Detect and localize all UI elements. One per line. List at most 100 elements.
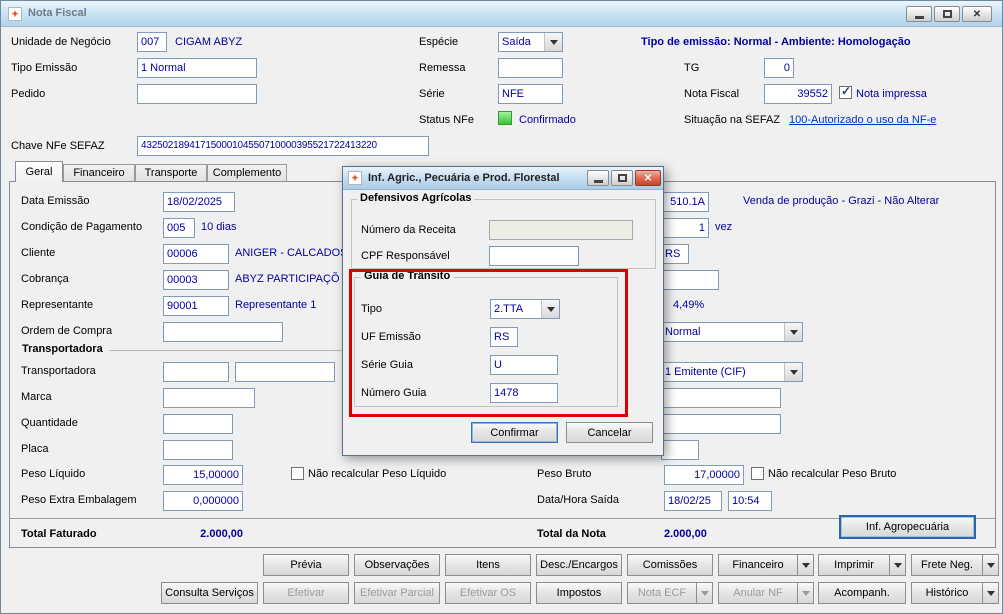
especie-select[interactable]: Saída xyxy=(498,32,563,52)
chevron-down-icon[interactable] xyxy=(784,323,802,341)
frete-neg-button[interactable]: Frete Neg. xyxy=(911,554,983,576)
guia-serie-field[interactable]: U xyxy=(490,355,558,375)
minimize-button[interactable] xyxy=(906,6,932,22)
peso-extra-label: Peso Extra Embalagem xyxy=(21,494,137,506)
close-button[interactable]: ✕ xyxy=(962,6,992,22)
chevron-down-icon[interactable] xyxy=(889,554,906,576)
tipo-emissao-label: Tipo Emissão xyxy=(11,62,78,74)
cfop-desc: Venda de produção - Grazi - Não Alterar xyxy=(743,195,940,207)
app-icon: ✦ xyxy=(8,7,22,21)
cobranca-desc: ABYZ PARTICIPAÇÕ xyxy=(235,273,340,285)
dialog-title-bar[interactable]: ✦ Inf. Agric., Pecuária e Prod. Floresta… xyxy=(343,167,663,190)
chevron-down-icon[interactable] xyxy=(982,554,999,576)
guia-uf-field[interactable]: RS xyxy=(490,327,518,347)
chevron-down-icon[interactable] xyxy=(797,554,814,576)
representante-field[interactable]: 90001 xyxy=(163,296,229,316)
total-faturado-label: Total Faturado xyxy=(21,528,97,540)
unidade-negocio-field[interactable]: 007 xyxy=(137,32,167,52)
confirmar-button[interactable]: Confirmar xyxy=(471,422,558,443)
uf-placa-field[interactable] xyxy=(661,440,699,460)
peso-liquido-field[interactable]: 15,00000 xyxy=(163,465,243,485)
app-icon: ✦ xyxy=(348,171,362,185)
nota-fiscal-field[interactable]: 39552 xyxy=(764,84,832,104)
tab-complemento-label: Complemento xyxy=(212,167,282,179)
chevron-down-icon[interactable] xyxy=(982,582,999,604)
financeiro-button[interactable]: Financeiro xyxy=(718,554,798,576)
cancelar-button[interactable]: Cancelar xyxy=(566,422,653,443)
cliente-label: Cliente xyxy=(21,247,56,259)
tg-field[interactable]: 0 xyxy=(764,58,794,78)
title-bar[interactable]: ✦ Nota Fiscal ✕ xyxy=(1,1,1002,27)
cpf-responsavel-field[interactable] xyxy=(489,246,579,266)
efetivar-button[interactable]: Efetivar xyxy=(263,582,349,604)
dialog-minimize-button[interactable] xyxy=(587,170,609,186)
impostos-button[interactable]: Impostos xyxy=(536,582,622,604)
right-empty-field-1[interactable] xyxy=(661,270,719,290)
anular-nf-button[interactable]: Anular NF xyxy=(718,582,798,604)
nao-recalcular-peso-bruto-checkbox[interactable] xyxy=(751,467,764,480)
frete-tipo-select[interactable]: Normal xyxy=(661,322,803,342)
transportadora-desc-field[interactable] xyxy=(235,362,335,382)
frete-conta-select[interactable]: 1 Emitente (CIF) xyxy=(661,362,803,382)
historico-button[interactable]: Histórico xyxy=(911,582,983,604)
tab-geral-label: Geral xyxy=(25,166,53,178)
remessa-field[interactable] xyxy=(498,58,563,78)
status-ok-indicator xyxy=(498,111,512,125)
chevron-down-icon[interactable] xyxy=(696,582,713,604)
uf-field[interactable]: RS xyxy=(661,244,689,264)
peso-bruto-field[interactable]: 17,00000 xyxy=(664,465,744,485)
tipo-emissao-field[interactable]: 1 Normal xyxy=(137,58,257,78)
chevron-down-icon[interactable] xyxy=(544,33,562,51)
serie-label: Série xyxy=(419,88,445,100)
chave-nfe-field[interactable]: 4325021894171500010455071000039552172241… xyxy=(137,136,429,156)
remessa-label: Remessa xyxy=(419,62,466,74)
tab-financeiro[interactable]: Financeiro xyxy=(63,164,135,181)
guia-numero-field[interactable]: 1478 xyxy=(490,383,558,403)
efetivar-os-button[interactable]: Efetivar OS xyxy=(445,582,531,604)
transportadora-code-field[interactable] xyxy=(163,362,229,382)
consulta-servicos-button[interactable]: Consulta Serviços xyxy=(161,582,258,604)
condicao-pagamento-field[interactable]: 005 xyxy=(163,218,195,238)
nota-impressa-checkbox[interactable] xyxy=(839,84,852,99)
nao-recalcular-peso-liquido-checkbox[interactable] xyxy=(291,467,304,480)
chevron-down-icon[interactable] xyxy=(541,300,559,318)
itens-button[interactable]: Itens xyxy=(445,554,531,576)
right-empty-field-3[interactable] xyxy=(661,414,781,434)
serie-field[interactable]: NFE xyxy=(498,84,563,104)
cliente-field[interactable]: 00006 xyxy=(163,244,229,264)
chevron-down-icon[interactable] xyxy=(784,363,802,381)
previa-button[interactable]: Prévia xyxy=(263,554,349,576)
data-emissao-field[interactable]: 18/02/2025 xyxy=(163,192,235,212)
ordem-compra-field[interactable] xyxy=(163,322,283,342)
acompanh-button[interactable]: Acompanh. xyxy=(818,582,906,604)
pedido-label: Pedido xyxy=(11,88,46,100)
observacoes-button[interactable]: Observações xyxy=(354,554,440,576)
nota-ecf-button[interactable]: Nota ECF xyxy=(627,582,697,604)
imprimir-button[interactable]: Imprimir xyxy=(818,554,890,576)
placa-field[interactable] xyxy=(163,440,233,460)
cobranca-field[interactable]: 00003 xyxy=(163,270,229,290)
efetivar-parcial-button[interactable]: Efetivar Parcial xyxy=(354,582,440,604)
peso-extra-field[interactable]: 0,000000 xyxy=(163,491,243,511)
chevron-down-icon[interactable] xyxy=(797,582,814,604)
dialog-close-button[interactable]: ✕ xyxy=(635,170,661,186)
numero-receita-label: Número da Receita xyxy=(361,224,456,236)
comissoes-button[interactable]: Comissões xyxy=(627,554,713,576)
anular-nf-split-button: Anular NF xyxy=(718,582,814,604)
data-saida-field[interactable]: 18/02/25 xyxy=(664,491,722,511)
inf-agropecuaria-button[interactable]: Inf. Agropecuária xyxy=(839,515,976,539)
tab-complemento[interactable]: Complemento xyxy=(207,164,287,181)
pedido-field[interactable] xyxy=(137,84,257,104)
tab-transporte[interactable]: Transporte xyxy=(135,164,207,181)
hora-saida-field[interactable]: 10:54 xyxy=(728,491,772,511)
desc-encargos-button[interactable]: Desc./Encargos xyxy=(536,554,622,576)
right-empty-field-2[interactable] xyxy=(661,388,781,408)
guia-tipo-select[interactable]: 2.TTA xyxy=(490,299,560,319)
tab-geral[interactable]: Geral xyxy=(15,161,63,182)
quantidade-field[interactable] xyxy=(163,414,233,434)
dialog-maximize-button[interactable] xyxy=(611,170,633,186)
maximize-button[interactable] xyxy=(934,6,960,22)
sefaz-link[interactable]: 100-Autorizado o uso da NF-e xyxy=(789,114,936,126)
numero-receita-field[interactable] xyxy=(489,220,633,240)
marca-field[interactable] xyxy=(163,388,255,408)
